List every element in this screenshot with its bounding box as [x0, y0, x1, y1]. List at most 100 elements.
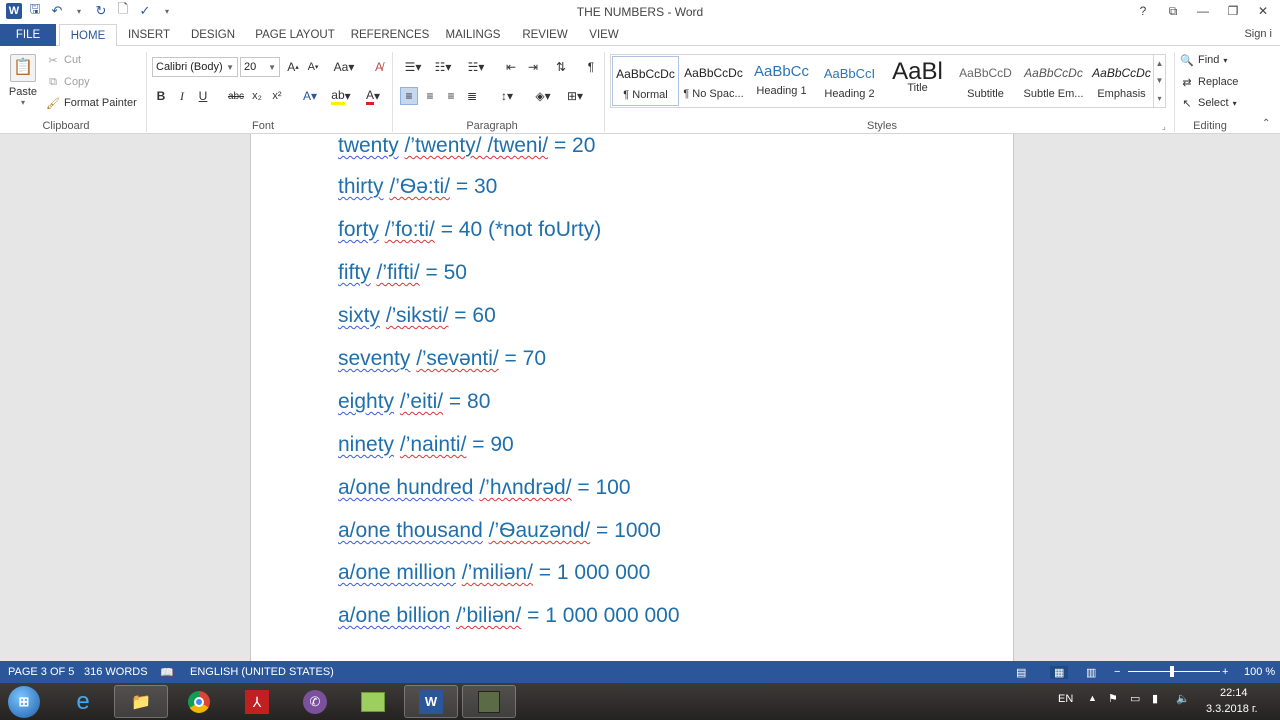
pilcrow-icon[interactable]: ¶	[582, 58, 600, 76]
ie-icon[interactable]: e	[56, 685, 110, 718]
transcription[interactable]: /’twenty/ /tweni/	[405, 134, 549, 157]
number-word[interactable]: forty	[338, 218, 379, 241]
justify-icon[interactable]: ≣	[463, 87, 481, 105]
document-line[interactable]: fifty /’fifti/ = 50	[338, 261, 467, 285]
network-icon[interactable]: ▮	[1152, 692, 1158, 705]
number-word[interactable]: sixty	[338, 304, 380, 327]
number-word[interactable]: ninety	[338, 433, 394, 456]
transcription[interactable]: /’hʌndrəd/	[479, 476, 571, 499]
document-page[interactable]: twenty /’twenty/ /tweni/ = 20 thirty /’Ѳə…	[250, 134, 1014, 661]
number-value[interactable]: = 30	[450, 175, 497, 198]
word-icon[interactable]: W	[404, 685, 458, 718]
transcription[interactable]: /’Ѳə:ti/	[389, 175, 450, 198]
number-word[interactable]: twenty	[338, 134, 399, 157]
sign-in-link[interactable]: Sign i	[1244, 28, 1272, 40]
minimize-button[interactable]: —	[1190, 2, 1216, 20]
transcription[interactable]: /’nainti/	[400, 433, 467, 456]
proofing-icon[interactable]: 📖	[160, 666, 174, 679]
document-line[interactable]: a/one billion /’biliən/ = 1 000 000 000	[338, 604, 680, 628]
transcription[interactable]: /’eiti/	[400, 390, 443, 413]
document-line[interactable]: ninety /’nainti/ = 90	[338, 433, 514, 457]
document-line[interactable]: eighty /’eiti/ = 80	[338, 390, 490, 414]
select-button[interactable]: ↖ Select ▾	[1180, 96, 1236, 110]
cut-button[interactable]: ✂ Cut	[46, 53, 81, 67]
web-layout-icon[interactable]: ▥	[1086, 666, 1096, 679]
line-spacing-icon[interactable]: ↕▾	[494, 87, 520, 105]
multilevel-list-icon[interactable]: ☵▾	[462, 58, 490, 76]
style-heading-2[interactable]: AaBbCcI Heading 2	[816, 56, 883, 106]
font-color-icon[interactable]: A ▾	[360, 87, 386, 105]
document-line[interactable]: a/one million /’miliən/ = 1 000 000	[338, 561, 650, 585]
maximize-button[interactable]: ❐	[1220, 2, 1246, 20]
underline-button[interactable]: U	[194, 87, 212, 105]
notepad-icon[interactable]	[346, 685, 400, 718]
replace-button[interactable]: ⇄ Replace	[1180, 75, 1238, 89]
transcription[interactable]: /’siksti/	[386, 304, 449, 327]
number-value[interactable]: = 90	[466, 433, 513, 456]
increase-indent-icon[interactable]: ⇥	[524, 58, 542, 76]
superscript-button[interactable]: x²	[268, 87, 286, 105]
chevron-up-icon[interactable]: ▲	[1156, 59, 1164, 68]
number-word[interactable]: a/one million	[338, 561, 456, 584]
document-line[interactable]: a/one hundred /’hʌndrəd/ = 100	[338, 476, 631, 500]
number-word[interactable]: seventy	[338, 347, 410, 370]
style-no-spacing[interactable]: AaBbCcDc ¶ No Spac...	[680, 56, 747, 106]
number-word[interactable]: a/one hundred	[338, 476, 473, 499]
style-subtle-emphasis[interactable]: AaBbCcDc Subtle Em...	[1020, 56, 1087, 106]
acrobat-icon[interactable]: ⅄	[230, 685, 284, 718]
number-value[interactable]: = 1000	[590, 519, 661, 542]
tab-page-layout[interactable]: PAGE LAYOUT	[250, 24, 340, 46]
strikethrough-button[interactable]: abc	[226, 87, 246, 105]
zoom-in-icon[interactable]: +	[1222, 666, 1228, 678]
transcription[interactable]: /’Ѳauzənd/	[489, 519, 591, 542]
highlight-icon[interactable]: ab ▾	[328, 87, 354, 105]
number-word[interactable]: a/one thousand	[338, 519, 483, 542]
borders-icon[interactable]: ⊞▾	[562, 87, 588, 105]
paste-button[interactable]: 📋 Paste ▾	[8, 54, 38, 116]
tab-view[interactable]: VIEW	[584, 24, 624, 46]
power-icon[interactable]: ▭	[1130, 692, 1140, 705]
document-line[interactable]: sixty /’siksti/ = 60	[338, 304, 496, 328]
close-button[interactable]: ✕	[1250, 2, 1276, 20]
tab-file[interactable]: FILE	[0, 24, 56, 46]
format-painter-button[interactable]: 🖌 Format Painter	[46, 96, 137, 110]
document-line[interactable]: seventy /’sevənti/ = 70	[338, 347, 546, 371]
keyboard-language[interactable]: EN	[1058, 693, 1073, 705]
bullets-icon[interactable]: ☰▾	[400, 58, 426, 76]
copy-button[interactable]: ⧉ Copy	[46, 75, 90, 89]
volume-icon[interactable]: 🔈	[1176, 692, 1190, 705]
decrease-indent-icon[interactable]: ⇤	[502, 58, 520, 76]
sort-icon[interactable]: ⇅	[552, 58, 570, 76]
app-icon[interactable]	[462, 685, 516, 718]
flag-icon[interactable]: ⚑	[1108, 692, 1118, 705]
style-normal[interactable]: AaBbCcDc ¶ Normal	[612, 56, 679, 106]
page-count[interactable]: PAGE 3 OF 5	[8, 666, 74, 678]
subscript-button[interactable]: x₂	[248, 87, 266, 105]
zoom-slider[interactable]	[1128, 671, 1220, 672]
zoom-level[interactable]: 100 %	[1244, 666, 1275, 678]
number-word[interactable]: fifty	[338, 261, 371, 284]
explorer-icon[interactable]: 📁	[114, 685, 168, 718]
style-subtitle[interactable]: AaBbCcD Subtitle	[952, 56, 1019, 106]
number-word[interactable]: thirty	[338, 175, 384, 198]
document-line[interactable]: thirty /’Ѳə:ti/ = 30	[338, 175, 497, 199]
print-layout-icon[interactable]: ▦	[1050, 666, 1069, 679]
collapse-ribbon-icon[interactable]: ⌃	[1262, 118, 1270, 129]
font-size-combo[interactable]: 20 ▼	[240, 57, 280, 77]
viber-icon[interactable]: ✆	[288, 685, 342, 718]
number-word[interactable]: eighty	[338, 390, 394, 413]
chevron-down-icon[interactable]: ▼	[1156, 76, 1164, 85]
chrome-icon[interactable]	[172, 685, 226, 718]
ribbon-display-button[interactable]: ⧉	[1160, 2, 1186, 20]
number-value[interactable]: = 100	[572, 476, 630, 499]
help-button[interactable]: ?	[1130, 2, 1156, 20]
text-effects-icon[interactable]: A▾	[298, 87, 322, 105]
language-indicator[interactable]: ENGLISH (UNITED STATES)	[190, 666, 334, 678]
tab-references[interactable]: REFERENCES	[348, 24, 432, 46]
number-value[interactable]: = 40 (*not foUrty)	[435, 218, 602, 241]
number-value[interactable]: = 50	[420, 261, 467, 284]
clock-time[interactable]: 22:14	[1220, 687, 1248, 699]
number-word[interactable]: a/one billion	[338, 604, 450, 627]
style-title[interactable]: AaBl Title	[884, 56, 951, 106]
find-button[interactable]: 🔍 Find ▾	[1180, 53, 1227, 67]
